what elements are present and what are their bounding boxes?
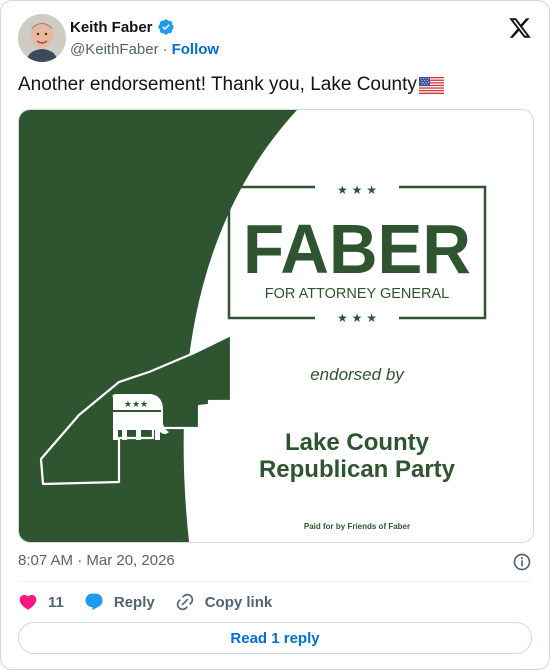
tweet-header: Keith Faber @KeithFaber · Follow (18, 14, 532, 64)
handle-separator: · (162, 41, 168, 58)
copy-link-label: Copy link (204, 593, 273, 611)
endorsement-graphic: ★★★ ★ ★ ★ FABER FOR ATTORNEY GENERAL ★ ★… (19, 110, 533, 542)
author-handle-row: @KeithFaber · Follow (70, 41, 219, 58)
x-logo-icon[interactable] (508, 16, 532, 40)
tweet-text: Another endorsement! Thank you, Lake Cou… (18, 74, 444, 96)
tweet-card: Keith Faber @KeithFaber · Follow Another… (0, 0, 550, 670)
org-line-2: Republican Party (259, 456, 456, 483)
divider (18, 581, 532, 582)
stars-top: ★ ★ ★ (337, 183, 377, 197)
info-icon[interactable] (512, 552, 532, 572)
heart-icon (19, 594, 37, 610)
us-flag-icon (418, 76, 444, 94)
stars-bottom: ★ ★ ★ (337, 311, 377, 325)
like-count: 11 (48, 593, 64, 611)
reply-button[interactable]: Reply (84, 592, 155, 612)
author-name[interactable]: Keith Faber (70, 19, 153, 36)
subtitle: FOR ATTORNEY GENERAL (265, 286, 450, 302)
author-name-row: Keith Faber (70, 18, 175, 36)
read-replies-button[interactable]: Read 1 reply (18, 622, 532, 654)
timestamp-link[interactable]: 8:07 AM · Mar 20, 2026 (18, 552, 175, 569)
svg-text:★★★: ★★★ (124, 400, 148, 410)
org-line-1: Lake County (285, 429, 430, 456)
tweet-media-image[interactable]: ★★★ ★ ★ ★ FABER FOR ATTORNEY GENERAL ★ ★… (18, 109, 534, 543)
follow-button[interactable]: Follow (172, 41, 220, 58)
reply-bubble-icon (85, 593, 103, 611)
author-handle[interactable]: @KeithFaber (70, 41, 159, 58)
disclaimer: Paid for by Friends of Faber (304, 522, 410, 531)
endorsed-by: endorsed by (310, 365, 405, 384)
tweet-body: Another endorsement! Thank you, Lake Cou… (18, 74, 417, 95)
link-icon (176, 593, 193, 611)
avatar-image (18, 14, 66, 62)
action-bar: 11 Reply Copy link (18, 591, 292, 613)
like-button[interactable]: 11 (18, 592, 64, 612)
author-avatar[interactable] (18, 14, 66, 62)
copy-link-button[interactable]: Copy link (175, 592, 273, 612)
headline: FABER (243, 210, 471, 288)
verified-badge-icon (157, 19, 174, 35)
timestamp-row: 8:07 AM · Mar 20, 2026 (18, 552, 532, 572)
reply-label: Reply (113, 593, 155, 611)
